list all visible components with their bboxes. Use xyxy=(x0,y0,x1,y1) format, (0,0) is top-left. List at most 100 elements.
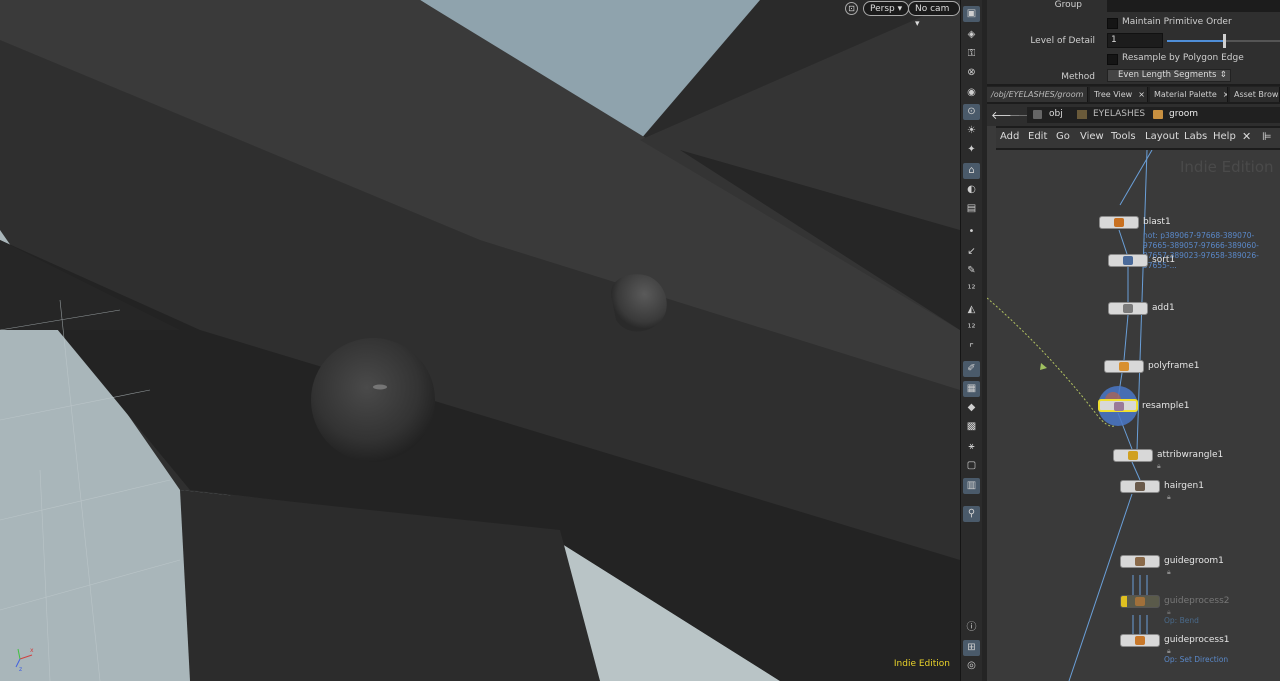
view-mode-label: Persp xyxy=(870,4,895,14)
pin-view-icon[interactable]: ⚲ xyxy=(963,506,980,522)
pin-icon[interactable]: ⊙ xyxy=(963,104,980,120)
tab-network-path[interactable]: /obj/EYELASHES/groom× xyxy=(987,87,1088,102)
node-label: blast1 xyxy=(1143,217,1171,227)
camera-label: No cam xyxy=(915,4,950,14)
node-sort1[interactable] xyxy=(1108,254,1148,267)
corner-icon[interactable]: ⌜ xyxy=(963,341,980,357)
add-node-icon xyxy=(1123,304,1133,313)
lock-icon: 🔒︎ xyxy=(1167,493,1171,501)
breadcrumb-eyelashes[interactable]: EYELASHES xyxy=(1093,109,1145,119)
pane-tabs: /obj/EYELASHES/groom× Tree View× Materia… xyxy=(987,86,1280,102)
tab-asset-browser[interactable]: Asset Browse xyxy=(1230,87,1280,102)
tools-wrench-icon[interactable]: ✕ xyxy=(1242,130,1251,143)
node-guidegroom1[interactable] xyxy=(1120,555,1160,568)
guideprocess-node-icon xyxy=(1135,597,1145,606)
method-dropdown[interactable]: Even Length Segments ⇕ xyxy=(1107,69,1231,82)
node-add1[interactable] xyxy=(1108,302,1148,315)
method-value: Even Length Segments xyxy=(1118,70,1217,80)
geometry-icon xyxy=(1077,110,1087,119)
close-icon[interactable]: × xyxy=(1223,90,1227,99)
folder-icon xyxy=(1153,110,1163,119)
guideprocess-node-icon xyxy=(1135,636,1145,645)
close-icon[interactable]: × xyxy=(1138,90,1145,99)
frame-icon[interactable]: ▢ xyxy=(963,458,980,474)
eye-icon[interactable]: ◐ xyxy=(963,182,980,198)
point-numbers-icon[interactable]: ¹² xyxy=(963,282,980,298)
sphere-display-icon[interactable]: ◉ xyxy=(963,85,980,101)
tree-list-icon[interactable]: ⊫ xyxy=(1262,130,1272,143)
light-icon[interactable]: ☀ xyxy=(963,123,980,139)
node-attribwrangle1[interactable] xyxy=(1113,449,1153,462)
tab-label: Asset Browse xyxy=(1234,90,1279,99)
scene-viewport[interactable]: ⊡ Persp ▾ No cam ▾ x z Indie Edition xyxy=(0,0,960,681)
wrangle-node-icon xyxy=(1128,451,1138,460)
point-icon[interactable]: • xyxy=(963,224,980,240)
prim-numbers-icon[interactable]: ¹² xyxy=(963,321,980,337)
bulb-icon[interactable]: ✦ xyxy=(963,142,980,158)
level-of-detail-field[interactable]: 1 xyxy=(1107,33,1163,48)
node-label: guideprocess1 xyxy=(1164,635,1230,645)
menu-tools[interactable]: Tools xyxy=(1111,131,1136,142)
camera-view-icon[interactable]: ⌂ xyxy=(963,163,980,179)
node-hairgen1[interactable] xyxy=(1120,480,1160,493)
level-of-detail-slider-handle[interactable] xyxy=(1222,34,1226,48)
node-label: guidegroom1 xyxy=(1164,556,1224,566)
menu-edit[interactable]: Edit xyxy=(1028,131,1047,142)
handle-tool-icon[interactable]: ◈ xyxy=(963,27,980,43)
network-editor[interactable]: Indie Edition blast1 not: p389067-97668-… xyxy=(987,150,1280,681)
camera-menu[interactable]: No cam ▾ xyxy=(908,1,960,29)
level-of-detail-slider[interactable] xyxy=(1167,34,1280,48)
menu-view[interactable]: View xyxy=(1080,131,1104,142)
blast-node-icon xyxy=(1114,218,1124,227)
group-field[interactable] xyxy=(1107,0,1280,12)
display-eye-icon[interactable]: ◎ xyxy=(963,658,980,674)
maintain-primitive-order-checkbox[interactable] xyxy=(1107,18,1118,29)
dropdown-arrows-icon: ⇕ xyxy=(1219,70,1227,80)
render-region-icon[interactable]: ▥ xyxy=(963,478,980,494)
breadcrumb-groom[interactable]: groom xyxy=(1169,109,1198,119)
info-icon[interactable]: ⓘ xyxy=(963,620,980,636)
bypass-flag[interactable] xyxy=(1121,596,1127,607)
menu-labs[interactable]: Labs xyxy=(1184,131,1207,142)
breadcrumb-obj[interactable]: obj xyxy=(1049,109,1063,119)
texture-icon[interactable]: ▩ xyxy=(963,419,980,435)
tab-label: /obj/EYELASHES/groom xyxy=(991,90,1084,99)
brush-icon[interactable]: ✐ xyxy=(963,361,980,377)
menu-add[interactable]: Add xyxy=(1000,131,1019,142)
display-options-icon[interactable]: ▤ xyxy=(963,201,980,217)
normals-icon[interactable]: ↙ xyxy=(963,244,980,260)
primitive-icon[interactable]: ◭ xyxy=(963,302,980,318)
node-resample1[interactable] xyxy=(1098,399,1138,412)
snap-icon[interactable]: ⊗ xyxy=(963,65,980,81)
lock-camera-icon[interactable]: ⊡ xyxy=(845,2,858,15)
blast-group-note: not: p389067-97668-389070-97665-389057-9… xyxy=(1143,231,1259,270)
pen-icon[interactable]: ✎ xyxy=(963,263,980,279)
node-guideprocess1[interactable] xyxy=(1120,634,1160,647)
resample-node-icon xyxy=(1114,402,1124,411)
tab-material-palette[interactable]: Material Palette × xyxy=(1150,87,1228,102)
node-label: guideprocess2 xyxy=(1164,596,1230,606)
tab-tree-view[interactable]: Tree View × xyxy=(1090,87,1148,102)
lock-icon: 🔒︎ xyxy=(1157,462,1161,470)
node-guideprocess2[interactable] xyxy=(1120,595,1160,608)
polyframe-node-icon xyxy=(1119,362,1129,371)
svg-text:z: z xyxy=(19,666,22,671)
menu-layout[interactable]: Layout xyxy=(1145,131,1179,142)
menu-help[interactable]: Help xyxy=(1213,131,1236,142)
menu-go[interactable]: Go xyxy=(1056,131,1070,142)
layout-grid-icon[interactable]: ⊞ xyxy=(963,640,980,656)
select-tool-icon[interactable]: ▣ xyxy=(963,6,980,22)
maintain-primitive-order-label: Maintain Primitive Order xyxy=(1122,17,1232,27)
node-polyframe1[interactable] xyxy=(1104,360,1144,373)
bones-icon[interactable]: ⚹ xyxy=(963,439,980,455)
resample-by-polygon-edge-checkbox[interactable] xyxy=(1107,54,1118,65)
grid-icon[interactable]: ▦ xyxy=(963,381,980,397)
sort-node-icon xyxy=(1123,256,1133,265)
network-watermark: Indie Edition xyxy=(1180,158,1274,176)
level-of-detail-label: Level of Detail xyxy=(1030,36,1095,46)
scene-geometry xyxy=(0,0,960,681)
view-mode-menu[interactable]: Persp ▾ xyxy=(863,1,910,16)
node-blast1[interactable] xyxy=(1099,216,1139,229)
lock-icon[interactable]: ⚿ xyxy=(963,46,980,62)
shape-icon[interactable]: ◆ xyxy=(963,400,980,416)
